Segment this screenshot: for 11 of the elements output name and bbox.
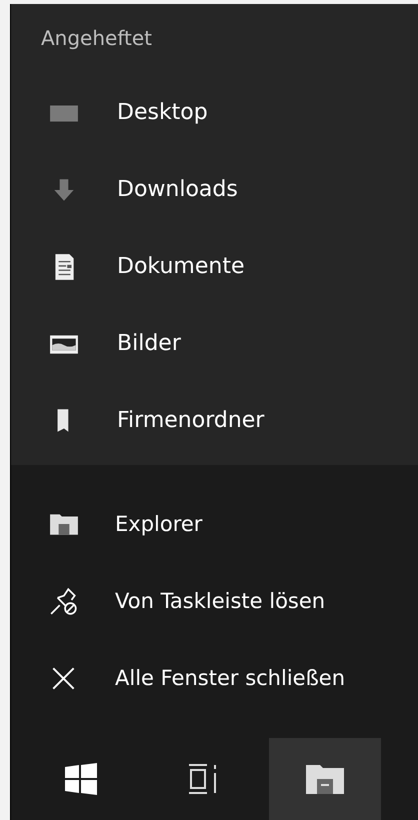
unpin-icon <box>49 586 79 616</box>
section-header: Angeheftet <box>41 26 154 50</box>
jump-list-item[interactable]: Desktop <box>11 74 418 151</box>
jump-list-item[interactable]: Bilder <box>11 305 418 382</box>
jump-list-item[interactable]: Downloads <box>11 151 418 228</box>
menu-item[interactable]: Von Taskleiste lösen <box>11 562 418 639</box>
jump-list-item[interactable]: Dokumente <box>11 228 418 305</box>
menu-item[interactable]: Alle Fenster schließen <box>11 639 418 716</box>
taskbar-button[interactable] <box>269 738 381 820</box>
menu-item[interactable]: Explorer <box>11 485 418 562</box>
jump-list-item[interactable]: Firmenordner <box>11 382 418 459</box>
